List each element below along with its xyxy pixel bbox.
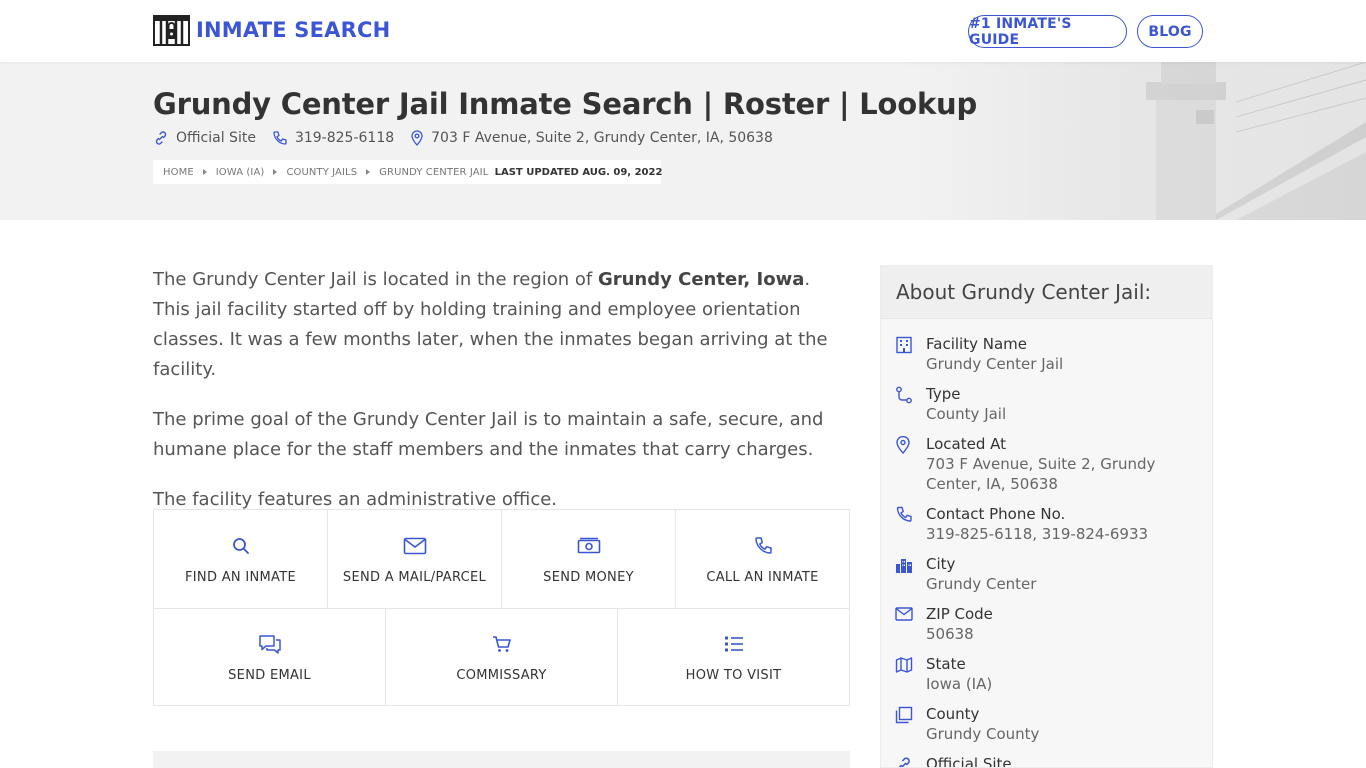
blog-button[interactable]: BLOG <box>1137 15 1203 48</box>
fact-value: 703 F Avenue, Suite 2, Grundy Center, IA… <box>926 455 1156 493</box>
send-email-button[interactable]: SEND EMAIL <box>154 609 386 706</box>
logo-text: INMATE SEARCH <box>196 18 391 42</box>
fact-value: 50638 <box>926 625 974 643</box>
official-site-link[interactable]: Official Site <box>153 130 256 146</box>
how-to-visit-button[interactable]: HOW TO VISIT <box>618 609 849 706</box>
commissary-label: COMMISSARY <box>456 668 547 683</box>
link-icon <box>155 131 167 145</box>
search-icon <box>232 537 249 554</box>
intro-text: The Grundy Center Jail is located in the… <box>153 265 850 535</box>
sidebar-title: About Grundy Center Jail: <box>881 266 1212 319</box>
fact-value: County Jail <box>926 405 1007 423</box>
how-to-visit-label: HOW TO VISIT <box>685 668 782 683</box>
fact-value: Iowa (IA) <box>926 675 993 693</box>
find-inmate-label: FIND AN INMATE <box>185 569 296 585</box>
map-pin-icon <box>411 130 423 146</box>
breadcrumb: HOME IOWA (IA) COUNTY JAILS GRUNDY CENTE… <box>153 160 499 184</box>
fact-label: Located At <box>926 435 1006 453</box>
top-nav: INMATE SEARCH #1 INMATE'S GUIDE BLOG <box>0 0 1366 62</box>
fact-label: Type <box>926 385 961 403</box>
facility-facts: Facility Name Grundy Center Jail Type Co… <box>895 334 1195 768</box>
fact-zip-code: ZIP Code 50638 <box>895 604 1195 654</box>
intro-paragraph-1: The Grundy Center Jail is located in the… <box>153 269 828 380</box>
fact-label: County <box>926 705 980 723</box>
route-icon <box>896 386 912 404</box>
last-updated-badge: LAST UPDATED AUG. 09, 2022 <box>495 160 662 184</box>
breadcrumb-separator-icon <box>366 169 371 175</box>
fact-official-site[interactable]: Official Site <box>895 754 1195 768</box>
fact-value: Grundy Center <box>926 575 1037 593</box>
fact-state: State Iowa (IA) <box>895 654 1195 704</box>
fact-label: Facility Name <box>926 335 1027 353</box>
money-icon <box>577 537 600 553</box>
mail-icon <box>403 537 426 554</box>
address-text: 703 F Avenue, Suite 2, Grundy Center, IA… <box>431 130 773 146</box>
call-inmate-label: CALL AN INMATE <box>706 569 819 585</box>
phone-icon <box>754 536 772 554</box>
phone-icon <box>896 506 912 522</box>
fact-label: State <box>926 655 966 673</box>
jail-logo-icon <box>153 14 190 46</box>
copy-icon <box>895 706 913 724</box>
phone-icon <box>273 131 287 145</box>
about-sidebar: About Grundy Center Jail: Facility Name … <box>880 265 1213 768</box>
fact-label: City <box>926 555 956 573</box>
cart-icon <box>492 636 511 652</box>
building-icon <box>896 336 912 354</box>
page-title: Grundy Center Jail Inmate Search | Roste… <box>153 87 978 121</box>
find-inmate-button[interactable]: FIND AN INMATE <box>154 510 328 608</box>
call-inmate-button[interactable]: CALL AN INMATE <box>676 510 849 608</box>
send-email-label: SEND EMAIL <box>228 668 311 683</box>
breadcrumb-state[interactable]: IOWA (IA) <box>216 167 265 178</box>
fact-contact-phone: Contact Phone No. 319-825-6118, 319-824-… <box>895 504 1195 554</box>
services-grid: FIND AN INMATE SEND A MAIL/PARCEL SEND M… <box>153 509 850 706</box>
breadcrumb-separator-icon <box>273 169 278 175</box>
map-pin-icon <box>896 435 910 455</box>
chat-icon <box>258 635 281 654</box>
fact-county: County Grundy County <box>895 704 1195 754</box>
phone-text: 319-825-6118 <box>294 130 395 146</box>
fact-label: ZIP Code <box>926 605 993 623</box>
phone-link[interactable]: 319-825-6118 <box>272 130 394 146</box>
services-row: SEND EMAIL COMMISSARY HOW TO VISIT <box>154 608 849 706</box>
fact-value: Grundy County <box>926 725 1040 743</box>
hero-banner: Grundy Center Jail Inmate Search | Roste… <box>0 62 1366 220</box>
prison-tower-illustration <box>906 62 1366 220</box>
breadcrumb-home[interactable]: HOME <box>163 167 194 178</box>
official-site-text: Official Site <box>176 130 256 146</box>
link-icon <box>898 757 910 767</box>
address-item: 703 F Avenue, Suite 2, Grundy Center, IA… <box>410 130 773 146</box>
fact-value: Grundy Center Jail <box>926 355 1064 373</box>
services-row: FIND AN INMATE SEND A MAIL/PARCEL SEND M… <box>154 510 849 608</box>
breadcrumb-county-jails[interactable]: COUNTY JAILS <box>286 167 357 178</box>
commissary-button[interactable]: COMMISSARY <box>386 609 618 706</box>
fact-located-at: Located At 703 F Avenue, Suite 2, Grundy… <box>895 434 1195 504</box>
send-money-button[interactable]: SEND MONEY <box>502 510 676 608</box>
breadcrumb-current[interactable]: GRUNDY CENTER JAIL <box>379 167 488 178</box>
fact-type: Type County Jail <box>895 384 1195 434</box>
fact-facility-name: Facility Name Grundy Center Jail <box>895 334 1195 384</box>
list-icon <box>724 636 743 652</box>
breadcrumb-separator-icon <box>202 169 207 175</box>
fact-label: Official Site <box>926 755 1012 768</box>
site-logo[interactable]: INMATE SEARCH <box>153 13 390 47</box>
fact-value[interactable]: 319-825-6118, 319-824-6933 <box>926 524 1195 544</box>
next-section-box <box>153 751 850 768</box>
inmates-guide-button[interactable]: #1 INMATE'S GUIDE <box>968 15 1127 48</box>
send-mail-label: SEND A MAIL/PARCEL <box>342 569 487 585</box>
facility-meta: Official Site 319-825-6118 703 F Avenue,… <box>153 130 789 146</box>
map-icon <box>895 657 913 673</box>
mail-icon <box>895 607 913 621</box>
intro-location: Grundy Center, Iowa <box>597 269 805 290</box>
send-mail-button[interactable]: SEND A MAIL/PARCEL <box>328 510 502 608</box>
fact-city: City Grundy Center <box>895 554 1195 604</box>
city-icon <box>896 559 912 573</box>
send-money-label: SEND MONEY <box>543 569 634 585</box>
intro-paragraph-2: The prime goal of the Grundy Center Jail… <box>153 409 824 460</box>
fact-label: Contact Phone No. <box>926 505 1066 523</box>
